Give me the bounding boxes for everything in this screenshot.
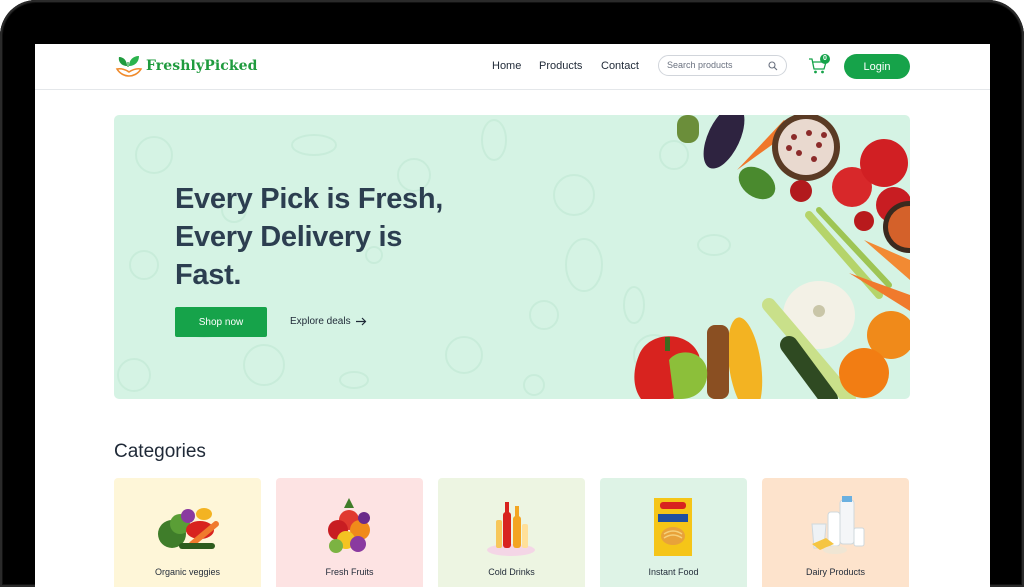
fruits-icon <box>328 498 370 553</box>
hero-headline: Every Pick is Fresh, Every Delivery is F… <box>175 183 444 291</box>
category-card-dairy-products[interactable]: Dairy Products <box>762 478 909 587</box>
category-label: Dairy Products <box>805 567 866 577</box>
search-input[interactable] <box>667 60 767 70</box>
nav-home[interactable]: Home <box>492 60 521 72</box>
login-button[interactable]: Login <box>844 54 910 79</box>
shop-now-button[interactable]: Shop now <box>175 307 267 337</box>
category-card-instant-food[interactable]: Instant Food <box>600 478 747 587</box>
category-label: Cold Drinks <box>488 567 535 577</box>
drinks-icon <box>487 502 535 556</box>
browser-screen: FreshlyPicked Home Products Contact 0 Lo… <box>35 44 990 587</box>
vegetables-icon <box>158 508 219 549</box>
brand-name: FreshlyPicked <box>146 58 258 74</box>
explore-deals-label: Explore deals <box>290 316 351 327</box>
site-header: FreshlyPicked Home Products Contact 0 Lo… <box>35 44 990 90</box>
category-label: Instant Food <box>648 567 699 577</box>
brand-logo[interactable]: FreshlyPicked <box>114 54 258 78</box>
category-card-organic-veggies[interactable]: Organic veggies <box>114 478 261 587</box>
cart-count-badge: 0 <box>820 54 830 64</box>
category-label: Fresh Fruits <box>325 567 374 577</box>
nav-products[interactable]: Products <box>539 60 582 72</box>
search-icon[interactable] <box>768 61 778 71</box>
arrow-right-icon <box>355 317 366 326</box>
dairy-icon <box>811 496 865 554</box>
category-label: Organic veggies <box>154 567 221 577</box>
search-box[interactable] <box>658 55 787 76</box>
category-card-cold-drinks[interactable]: Cold Drinks <box>438 478 585 587</box>
hero-banner: Every Pick is Fresh, Every Delivery is F… <box>114 115 910 399</box>
noodles-icon <box>654 498 692 556</box>
vegetables-illustration <box>634 115 910 399</box>
categories-heading: Categories <box>114 441 206 462</box>
nav-contact[interactable]: Contact <box>601 60 639 72</box>
leaf-hand-icon <box>115 56 143 77</box>
category-card-fresh-fruits[interactable]: Fresh Fruits <box>276 478 423 587</box>
device-frame: FreshlyPicked Home Products Contact 0 Lo… <box>0 0 1024 587</box>
explore-deals-link[interactable]: Explore deals <box>290 316 367 327</box>
